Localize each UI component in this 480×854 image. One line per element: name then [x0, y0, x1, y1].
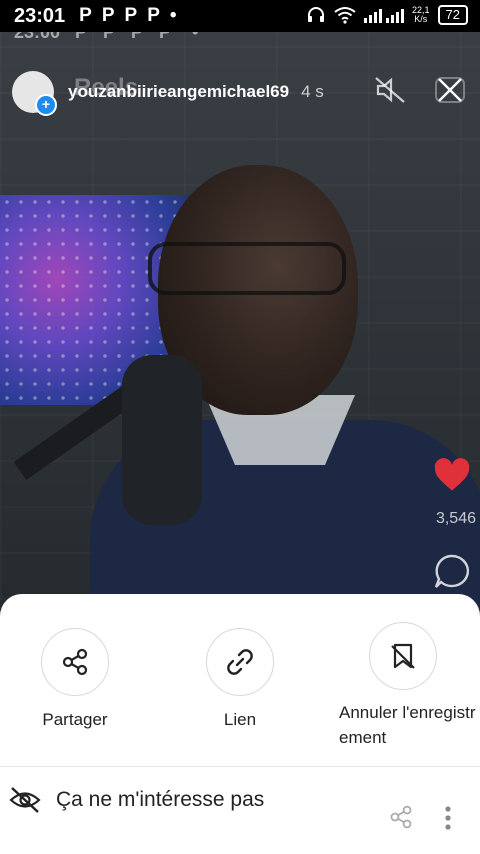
heart-icon: [434, 458, 470, 491]
comment-button[interactable]: [432, 552, 472, 597]
sheet-actions: Partager Lien Annuler l'enregistrement: [0, 622, 480, 778]
like-button[interactable]: [432, 458, 472, 497]
link-icon: [227, 649, 253, 675]
not-interested-label: Ça ne m'intéresse pas: [56, 788, 265, 811]
more-options-icon[interactable]: [444, 806, 452, 830]
unsave-icon: [391, 643, 415, 669]
notification-icon-3: P: [124, 5, 138, 26]
notification-icons: P P P P •: [79, 5, 176, 27]
person-glasses: [148, 242, 346, 295]
share-action[interactable]: Partager: [5, 628, 145, 730]
share-circle[interactable]: [41, 628, 109, 696]
network-speed-unit: K/s: [414, 14, 428, 24]
status-time: 23:01: [14, 4, 66, 27]
unsave-action[interactable]: Annuler l'enregistrement: [326, 622, 480, 750]
link-action[interactable]: Lien: [170, 628, 310, 730]
notification-icon-2: P: [101, 5, 115, 26]
battery-indicator: 72: [437, 5, 468, 25]
like-count: 3,546: [435, 510, 476, 527]
microphone: [122, 355, 202, 525]
notification-dot: •: [169, 5, 177, 26]
share-icon: [62, 648, 88, 676]
notification-icon-4: P: [147, 5, 160, 26]
link-circle[interactable]: [206, 628, 274, 696]
avatar[interactable]: +: [12, 71, 57, 116]
link-label: Lien: [223, 710, 257, 729]
wifi-icon: [334, 7, 356, 24]
comment-icon: [434, 554, 470, 588]
share-label: Partager: [42, 710, 108, 729]
username[interactable]: youzanbiirieangemichael69: [68, 82, 289, 102]
network-speed: 22,1 K/s: [412, 6, 430, 24]
share-small-icon[interactable]: [388, 804, 414, 830]
action-sheet: Partager Lien Annuler l'enregistrement Ç…: [0, 594, 480, 854]
signal-bars-icon: [364, 9, 404, 23]
eye-off-icon: [9, 787, 41, 813]
headphones-icon: [308, 7, 324, 22]
post-age: 4 s: [301, 82, 324, 101]
sheet-divider: [0, 766, 480, 767]
add-story-plus-icon[interactable]: +: [35, 94, 57, 116]
unsave-circle[interactable]: [369, 622, 437, 690]
close-icon[interactable]: [432, 72, 468, 108]
status-right: 22,1 K/s 72: [306, 5, 468, 25]
notification-icon-1: P: [79, 5, 92, 26]
reel-header: + youzanbiirieangemichael69 4 s: [12, 70, 468, 116]
unsave-label: Annuler l'enregistrement: [339, 703, 476, 747]
not-interested-item[interactable]: Ça ne m'intéresse pas: [8, 778, 264, 822]
mute-icon[interactable]: [372, 72, 408, 108]
status-bar: 23:01 P P P P • 22,1 K/s 72: [0, 0, 480, 32]
